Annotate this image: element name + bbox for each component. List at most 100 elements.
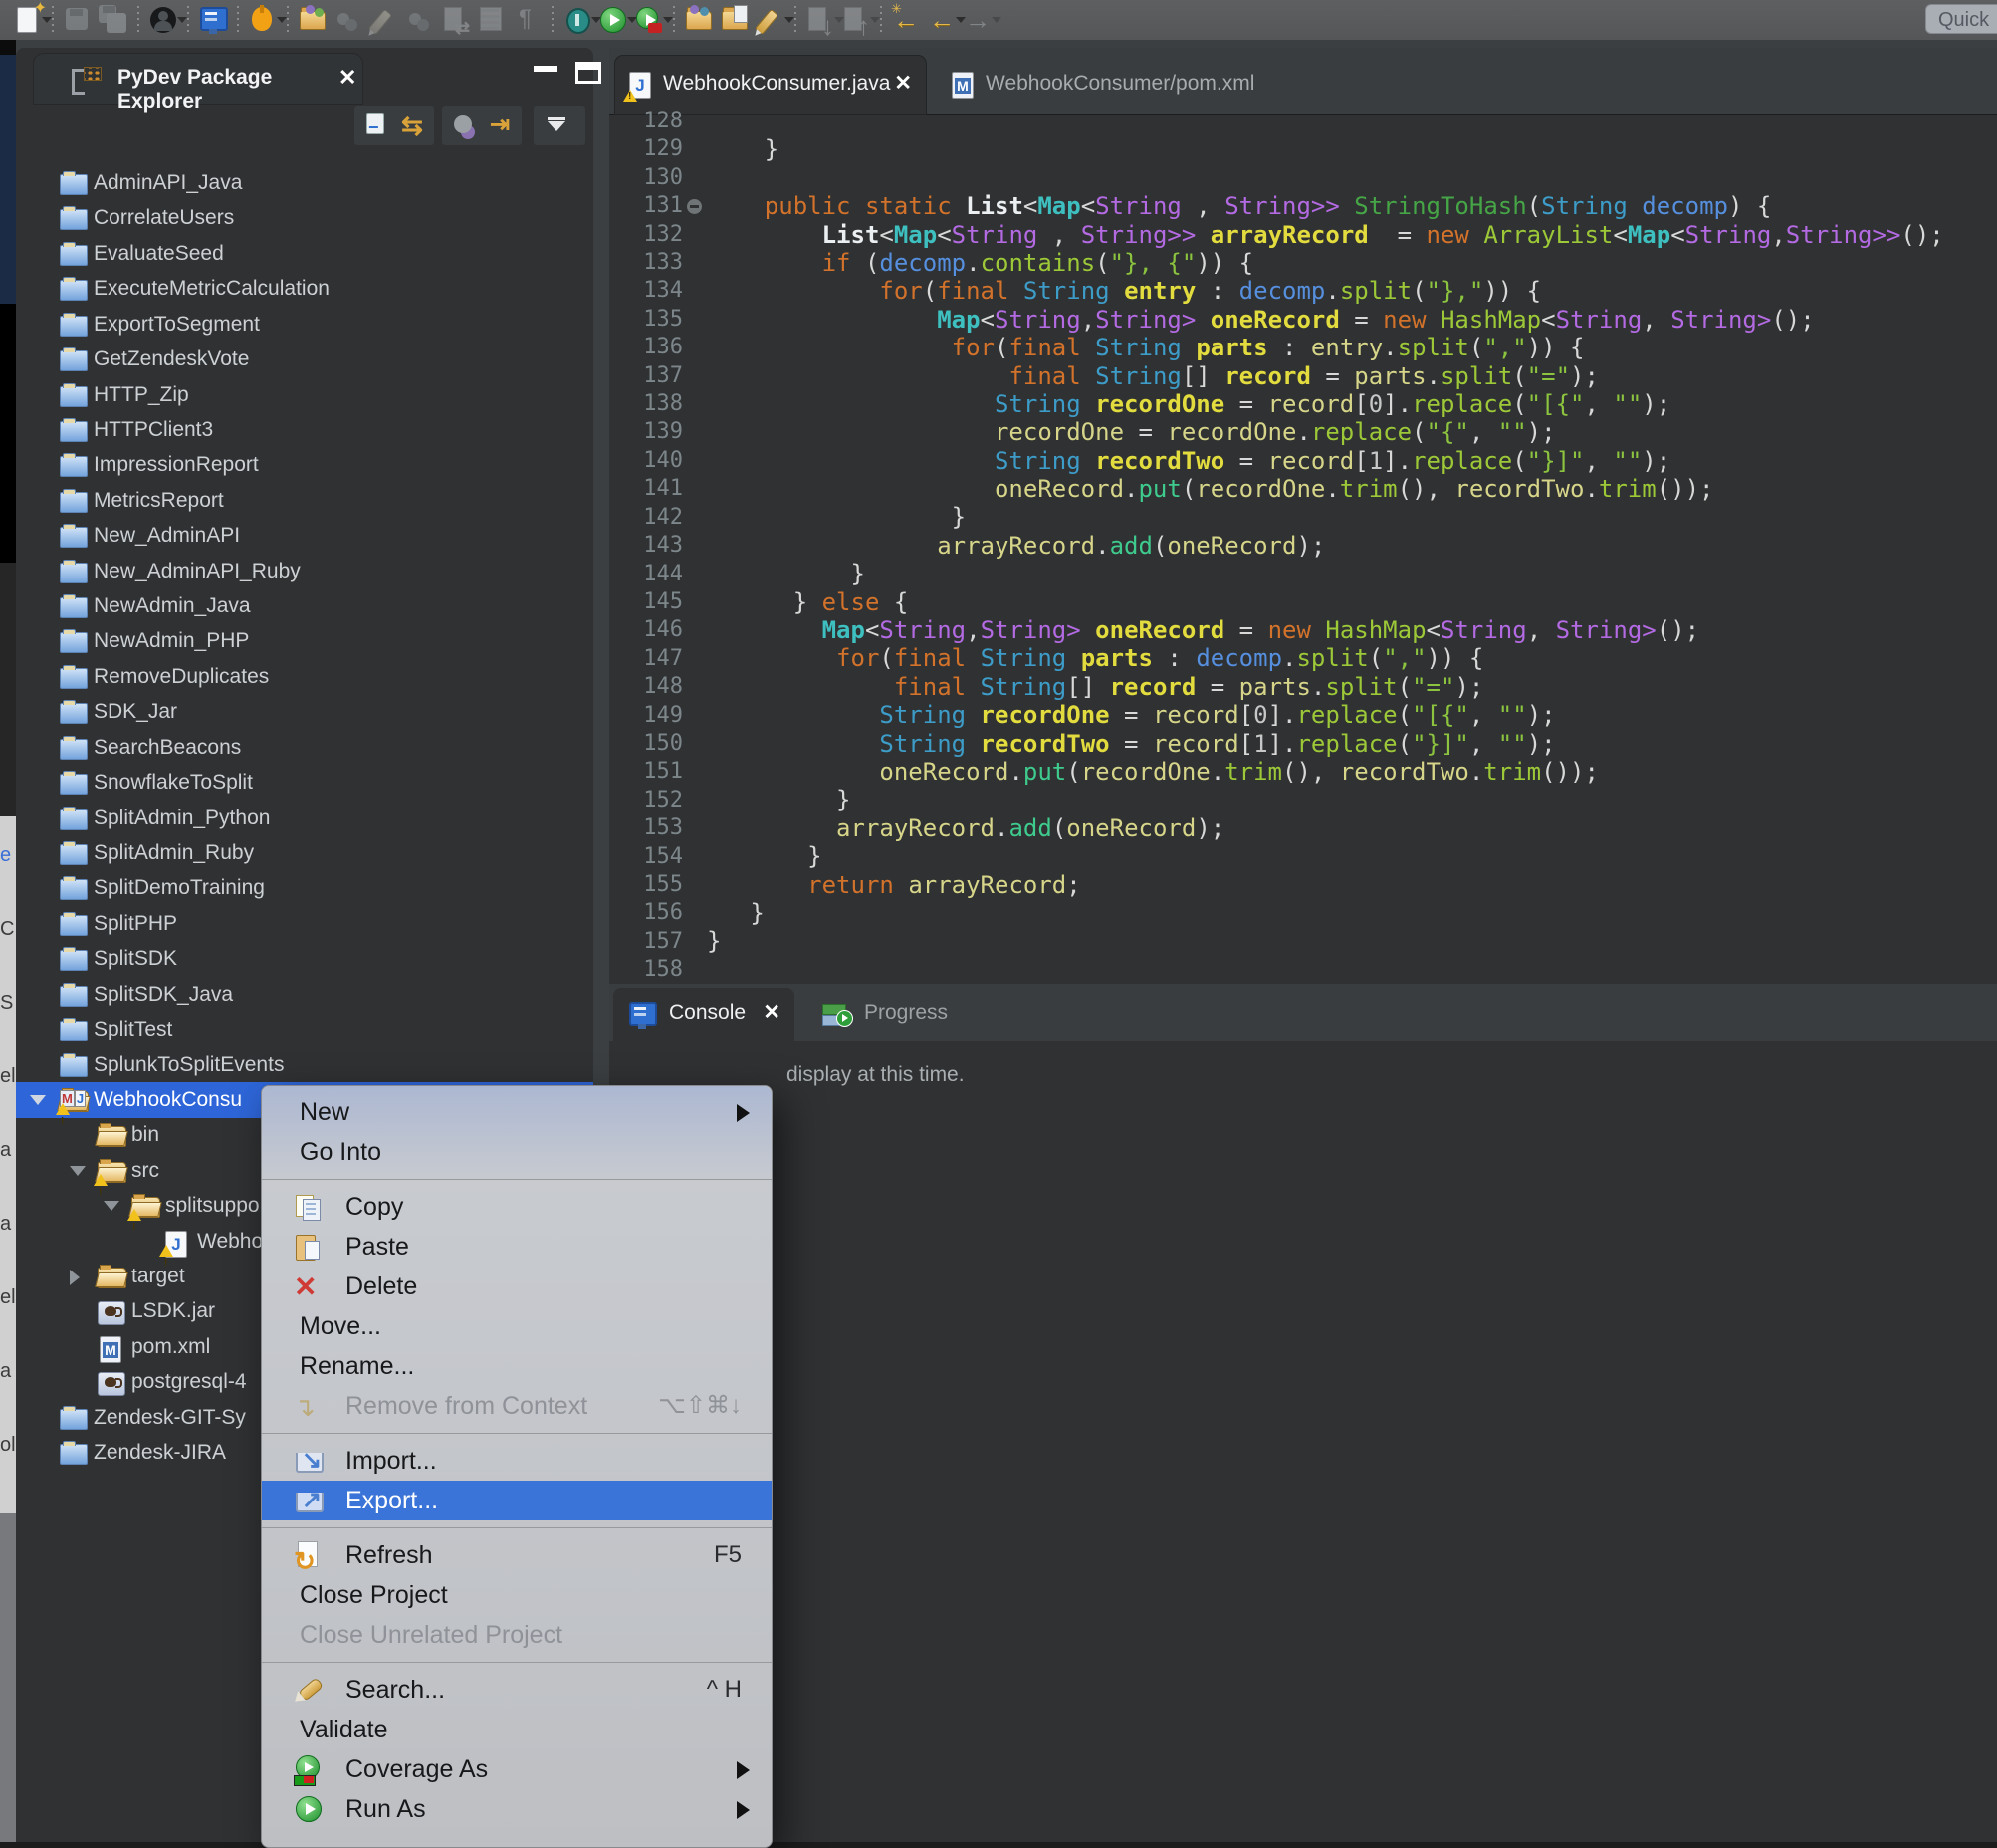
highlight-icon[interactable] xyxy=(756,5,785,35)
tree-item[interactable]: HTTPClient3 xyxy=(16,412,593,448)
maximize-button[interactable] xyxy=(573,62,607,86)
tree-item-label: SplitAdmin_Ruby xyxy=(94,835,254,871)
tree-item[interactable]: CorrelateUsers xyxy=(16,200,593,236)
fold-marker-icon[interactable] xyxy=(687,199,702,214)
tree-item[interactable]: SearchBeacons xyxy=(16,730,593,766)
tree-item-label: postgresql-4 xyxy=(131,1364,247,1400)
task-paws-icon xyxy=(405,5,435,35)
menu-item-search[interactable]: Search...^ H xyxy=(262,1670,772,1710)
menu-item-copy[interactable]: Copy xyxy=(262,1187,772,1227)
close-icon[interactable]: ✕ xyxy=(338,65,356,91)
menu-item-label: Refresh xyxy=(345,1535,433,1575)
warning-overlay-icon xyxy=(127,1209,141,1221)
tree-item[interactable]: NewAdmin_PHP xyxy=(16,623,593,659)
menu-item-import[interactable]: ↘Import... xyxy=(262,1441,772,1481)
console-tab[interactable]: Console✕ xyxy=(613,988,794,1041)
menu-item-validate[interactable]: Validate xyxy=(262,1710,772,1749)
run-icon[interactable] xyxy=(598,5,628,35)
tree-item[interactable]: SplitTest xyxy=(16,1012,593,1047)
code-line: } xyxy=(707,842,1944,870)
menu-item-rename[interactable]: Rename... xyxy=(262,1346,772,1386)
console-view-icon[interactable] xyxy=(198,5,228,35)
tree-item-label: SplitDemoTraining xyxy=(94,870,265,906)
tree-item[interactable]: RemoveDuplicates xyxy=(16,659,593,695)
menu-item-new[interactable]: New xyxy=(262,1092,772,1132)
menu-item-refresh[interactable]: RefreshF5 xyxy=(262,1535,772,1575)
tree-item[interactable]: SplitDemoTraining xyxy=(16,870,593,906)
tree-item[interactable]: New_AdminAPI_Ruby xyxy=(16,554,593,589)
tree-item[interactable]: EvaluateSeed xyxy=(16,236,593,272)
chevron-right-icon[interactable] xyxy=(70,1270,80,1285)
menu-item-delete[interactable]: ✕Delete xyxy=(262,1267,772,1306)
java-file-icon: J xyxy=(627,70,657,100)
project-folder-icon xyxy=(60,488,90,514)
synchronize-icon: ⇄ xyxy=(441,5,471,35)
menu-item-coverage-as[interactable]: Coverage As xyxy=(262,1749,772,1789)
tree-item[interactable]: New_AdminAPI xyxy=(16,518,593,554)
menu-item-label: Move... xyxy=(300,1306,381,1346)
menu-item-close-project[interactable]: Close Project xyxy=(262,1575,772,1615)
open-task-icon[interactable] xyxy=(298,5,328,35)
link-with-editor-icon[interactable]: ⇆ xyxy=(394,109,430,142)
filters-icon[interactable] xyxy=(446,109,482,142)
menu-item-export[interactable]: ↗Export... xyxy=(262,1481,772,1520)
java-file-icon: J xyxy=(163,1229,193,1255)
tree-item[interactable]: NewAdmin_Java xyxy=(16,588,593,624)
paste-folder-icon[interactable] xyxy=(720,5,750,35)
tree-item[interactable]: HTTP_Zip xyxy=(16,377,593,413)
tree-item[interactable]: SplitPHP xyxy=(16,906,593,942)
tree-item[interactable]: GetZendeskVote xyxy=(16,342,593,377)
last-edit-location-icon[interactable]: ←✳ xyxy=(891,5,921,35)
tree-item[interactable]: SplitSDK xyxy=(16,941,593,977)
minimize-button[interactable] xyxy=(530,62,563,86)
focus-on-active-task-icon[interactable]: ⇥ xyxy=(482,109,518,142)
close-icon[interactable]: ✕ xyxy=(894,71,912,96)
tree-item[interactable]: ImpressionReport xyxy=(16,447,593,483)
next-annotation-icon: ↓ xyxy=(805,5,835,35)
close-icon[interactable]: ✕ xyxy=(763,1000,780,1025)
coverage-icon[interactable] xyxy=(634,5,664,35)
chevron-down-icon[interactable] xyxy=(70,1166,86,1176)
tree-item[interactable]: SplitAdmin_Ruby xyxy=(16,835,593,871)
menu-item-paste[interactable]: Paste xyxy=(262,1227,772,1267)
debug-icon[interactable] xyxy=(562,5,592,35)
tree-item[interactable]: SDK_Jar xyxy=(16,694,593,730)
menu-item-run-as[interactable]: Run As xyxy=(262,1789,772,1829)
view-menu-icon[interactable] xyxy=(538,109,573,142)
menu-item-label: Import... xyxy=(345,1441,437,1481)
tree-item-label: CorrelateUsers xyxy=(94,200,234,236)
console-tab[interactable]: Progress xyxy=(808,988,978,1041)
tree-item[interactable]: SplitAdmin_Python xyxy=(16,801,593,836)
editor-tab[interactable]: MWebhookConsumer/pom.xml xyxy=(938,56,1288,114)
user-account-icon[interactable] xyxy=(148,5,178,35)
code-area[interactable]: } public static List<Map<String , String… xyxy=(707,108,1944,984)
tree-item[interactable]: SplitSDK_Java xyxy=(16,977,593,1013)
new-wizard-icon[interactable]: ✦ xyxy=(13,5,43,35)
menu-item-move[interactable]: Move... xyxy=(262,1306,772,1346)
tree-item[interactable]: ExecuteMetricCalculation xyxy=(16,271,593,307)
explorer-toolbar-group: ⇆ xyxy=(354,106,434,145)
save-icon xyxy=(63,5,93,35)
menu-item-go-into[interactable]: Go Into xyxy=(262,1132,772,1172)
menu-item-label: Search... xyxy=(345,1670,445,1710)
chevron-down-icon[interactable] xyxy=(30,1095,46,1105)
back-history-icon[interactable]: ← xyxy=(927,5,957,35)
package-explorer-tab[interactable]: PyDev Package Explorer ✕ xyxy=(34,54,362,104)
open-folder-icon[interactable] xyxy=(684,5,714,35)
findbugs-icon[interactable] xyxy=(248,5,278,35)
chevron-down-icon[interactable] xyxy=(104,1201,119,1211)
toolbar-separator xyxy=(550,6,555,34)
quick-access-box[interactable]: Quick xyxy=(1925,4,1997,34)
project-folder-icon xyxy=(60,770,90,796)
editor-tab[interactable]: JWebhookConsumer.java✕ xyxy=(615,56,926,114)
project-folder-icon xyxy=(60,1052,90,1078)
tree-item[interactable]: ExportToSegment xyxy=(16,307,593,343)
tree-item[interactable]: AdminAPI_Java xyxy=(16,165,593,201)
tree-item[interactable]: SnowflakeToSplit xyxy=(16,765,593,801)
tree-item[interactable]: MetricsReport xyxy=(16,483,593,519)
submenu-arrow-icon xyxy=(737,1761,750,1779)
project-folder-icon xyxy=(60,452,90,478)
project-folder-icon xyxy=(60,205,90,231)
tree-item[interactable]: SplunkToSplitEvents xyxy=(16,1047,593,1083)
collapse-all-icon[interactable] xyxy=(358,109,394,142)
